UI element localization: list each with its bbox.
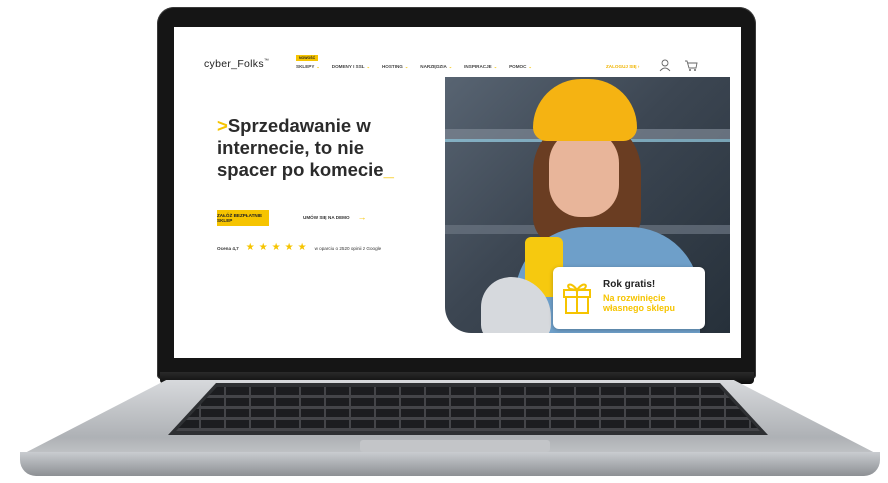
gift-icon (563, 283, 591, 314)
nav-item-domeny-ssl[interactable]: DOMENY I SSL ⌄ (332, 64, 370, 69)
star-icon: ★ (245, 242, 255, 253)
site-header: cyber_Folks™ NOWOŚĆ SKLEPY ⌄ DOMENY I SSL… (174, 27, 741, 77)
rating-note: w oparciu o 2520 opinii z Google (314, 245, 382, 251)
woman-face (549, 129, 619, 217)
promo-card[interactable]: Rok gratis! Na rozwinięcie własnego skle… (553, 267, 705, 329)
chevron-down-icon: › (637, 64, 640, 69)
nav-item-hosting[interactable]: HOSTING ⌄ (382, 64, 408, 69)
site-logo[interactable]: cyber_Folks™ (204, 58, 269, 70)
chevron-down-icon: ⌄ (448, 64, 453, 69)
trackpad (360, 440, 550, 452)
laptop-screen: cyber_Folks™ NOWOŚĆ SKLEPY ⌄ DOMENY I SSL… (174, 27, 741, 358)
chevron-down-icon: ⌄ (366, 64, 370, 69)
create-shop-button[interactable]: ZAŁÓŻ BEZPŁATNIE SKLEP (217, 210, 269, 226)
cart-icon[interactable] (684, 58, 698, 72)
main-nav: NOWOŚĆ SKLEPY ⌄ DOMENY I SSL ⌄ HOSTING ⌄ NA… (296, 55, 532, 69)
nav-item-inspiracje[interactable]: INSPIRACJE ⌄ (464, 64, 497, 69)
login-link[interactable]: ZALOGUJ SIĘ › (606, 64, 639, 69)
nav-item-narzedzia[interactable]: NARZĘDZIA ⌄ (420, 64, 452, 69)
promo-subtitle: Na rozwinięcie własnego sklepu (603, 293, 676, 313)
star-icon: ★ (297, 242, 307, 253)
chevron-down-icon: ⌄ (493, 64, 498, 69)
rating-label: Ocena 4,7 (217, 245, 239, 251)
arrow-right-icon: → (357, 212, 367, 222)
hero-headline: >Sprzedawanie w internecie, to nie space… (217, 115, 394, 180)
user-icon[interactable] (658, 58, 672, 72)
yellow-beanie (533, 79, 637, 141)
book-demo-link[interactable]: UMÓW SIĘ NA DEMO → (303, 212, 367, 222)
google-rating: Ocena 4,7 ★ ★ ★ ★ ★ w oparciu o 2520 opi… (217, 242, 382, 253)
star-icon: ★ (258, 242, 268, 253)
star-icon: ★ (284, 242, 294, 253)
keyboard-keys (176, 387, 760, 431)
chevron-down-icon: ⌄ (528, 64, 532, 69)
hero-photo: Rok gratis! Na rozwinięcie własnego skle… (445, 77, 730, 333)
nav-item-pomoc[interactable]: POMOC ⌄ (509, 64, 532, 69)
laptop-front-edge (20, 452, 880, 476)
nav-item-sklepy[interactable]: NOWOŚĆ SKLEPY ⌄ (296, 55, 320, 69)
promo-title: Rok gratis! (603, 279, 656, 290)
chevron-down-icon: ⌄ (316, 64, 320, 69)
chevron-down-icon: ⌄ (404, 64, 409, 69)
star-icon: ★ (271, 242, 281, 253)
new-badge: NOWOŚĆ (296, 55, 319, 61)
